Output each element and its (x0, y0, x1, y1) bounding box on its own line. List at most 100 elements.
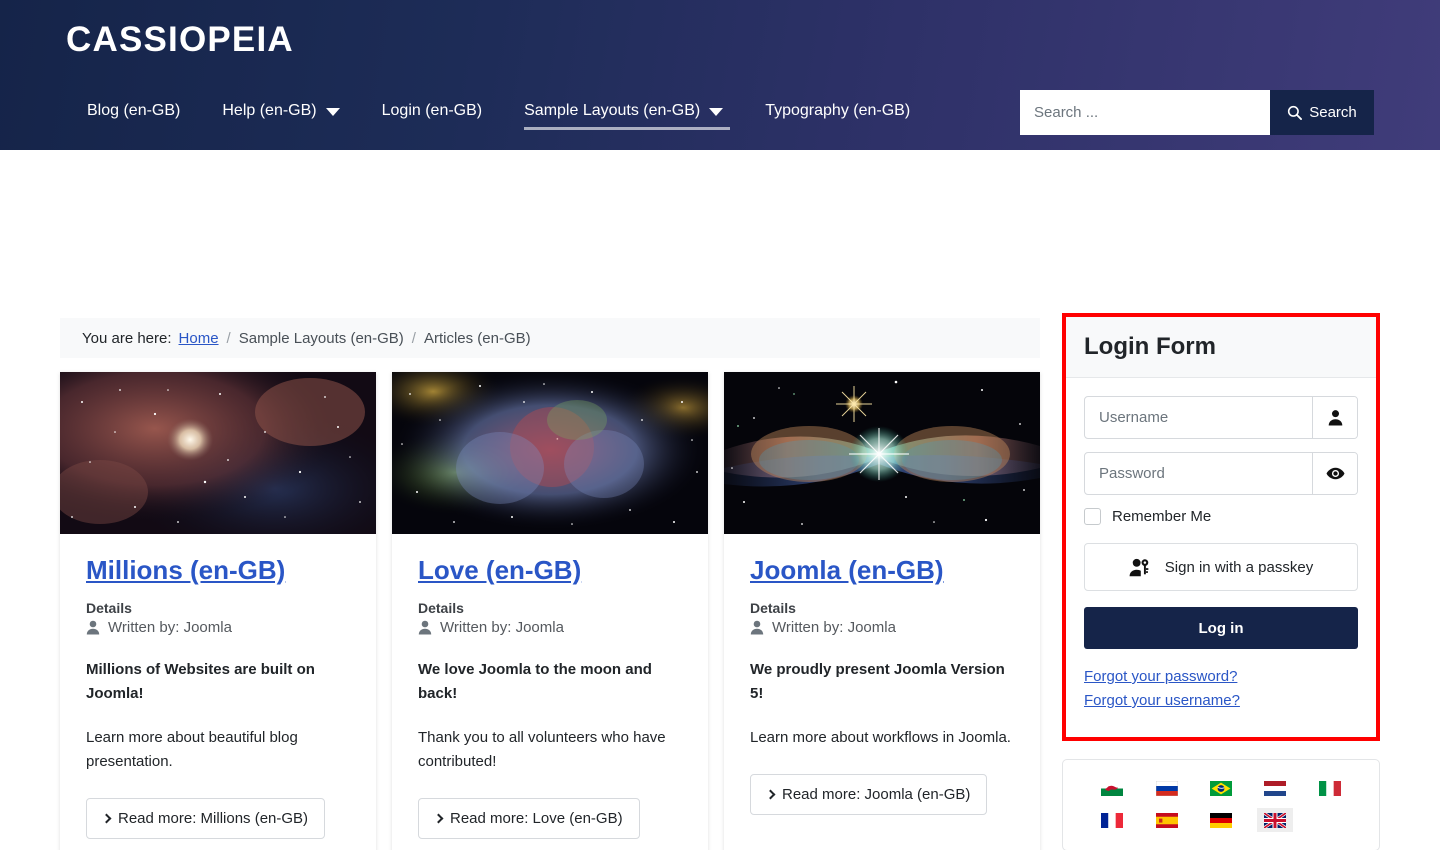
search-button[interactable]: Search (1270, 90, 1374, 135)
username-input[interactable] (1085, 397, 1312, 438)
search-input[interactable] (1020, 90, 1270, 135)
details-label: Details (86, 600, 132, 616)
flag-item-dutch[interactable] (1257, 776, 1293, 800)
article-card: Joomla (en-GB) Details Written by: Jooml… (724, 372, 1040, 850)
breadcrumb-separator: / (411, 329, 416, 347)
search-icon (1288, 105, 1303, 120)
eye-icon (1326, 467, 1344, 480)
breadcrumb-prefix: You are here: (82, 329, 172, 347)
flag-item-brazilian[interactable] (1203, 776, 1239, 800)
user-icon (1328, 410, 1342, 426)
remember-me-checkbox[interactable] (1084, 508, 1101, 525)
russian-flag-icon (1155, 780, 1178, 796)
article-lead: We proudly present Joomla Version 5! (750, 661, 1005, 702)
nav-item-label: Blog (en-GB) (87, 102, 181, 119)
article-text: Thank you to all volunteers who have con… (418, 729, 666, 770)
spanish-flag-icon (1155, 812, 1178, 828)
username-addon[interactable] (1312, 397, 1357, 438)
chevron-down-icon (709, 108, 724, 116)
user-key-icon (1129, 558, 1149, 576)
article-card-body: Millions (en-GB) Details Written by: Joo… (60, 534, 376, 850)
main-navigation: Blog (en-GB) Help (en-GB) Login (en-GB) … (66, 96, 931, 130)
nav-item-label: Sample Layouts (en-GB) (524, 102, 701, 119)
password-input[interactable] (1085, 453, 1312, 494)
sidebar: Login Form Username Remember Me Sign in … (1062, 313, 1380, 850)
article-author-text: Written by: Joomla (108, 619, 232, 636)
article-author: Written by: Joomla (750, 619, 1014, 636)
article-card-body: Joomla (en-GB) Details Written by: Jooml… (724, 534, 1040, 839)
details-label: Details (418, 600, 464, 616)
forgot-password-link[interactable]: Forgot your password? (1084, 665, 1358, 689)
page-body: You are here: Home / Sample Layouts (en-… (0, 150, 1440, 850)
read-more-button[interactable]: Read more: Love (en-GB) (418, 798, 640, 839)
username-group (1084, 396, 1358, 439)
read-more-button[interactable]: Read more: Joomla (en-GB) (750, 774, 988, 815)
flag-item-german[interactable] (1203, 808, 1239, 832)
article-title-link[interactable]: Millions (en-GB) (86, 554, 350, 586)
login-form-title: Login Form (1084, 333, 1216, 360)
nav-item-label: Help (en-GB) (222, 102, 317, 119)
chevron-right-icon (101, 813, 112, 824)
article-text: Learn more about workflows in Joomla. (750, 729, 1011, 746)
uk-flag-icon (1264, 812, 1287, 828)
forgot-username-link[interactable]: Forgot your username? (1084, 689, 1358, 713)
chevron-right-icon (765, 789, 776, 800)
read-more-label: Read more: Joomla (en-GB) (782, 786, 971, 803)
dutch-flag-icon (1264, 780, 1287, 796)
user-icon (750, 620, 764, 635)
search-button-label: Search (1309, 104, 1357, 121)
article-author: Written by: Joomla (86, 619, 350, 636)
article-author: Written by: Joomla (418, 619, 682, 636)
nav-item-help[interactable]: Help (en-GB) (201, 96, 360, 127)
log-in-button[interactable]: Log in (1084, 607, 1358, 649)
french-flag-icon (1101, 812, 1124, 828)
breadcrumb-parent: Sample Layouts (en-GB) (238, 329, 404, 347)
language-switcher-panel (1062, 759, 1380, 850)
nav-item-label: Login (en-GB) (381, 102, 483, 119)
password-group (1084, 452, 1358, 495)
article-title-link[interactable]: Love (en-GB) (418, 554, 682, 586)
nav-item-blog[interactable]: Blog (en-GB) (66, 96, 201, 127)
welsh-flag-icon (1101, 780, 1124, 796)
article-author-text: Written by: Joomla (440, 619, 564, 636)
article-text: Learn more about beautiful blog presenta… (86, 729, 298, 770)
flag-item-english-uk[interactable] (1257, 808, 1294, 832)
breadcrumb-separator: / (226, 329, 231, 347)
article-card-body: Love (en-GB) Details Written by: Joomla … (392, 534, 708, 850)
user-icon (418, 620, 432, 635)
chevron-down-icon (325, 108, 340, 116)
sign-in-with-passkey-button[interactable]: Sign in with a passkey (1084, 543, 1358, 591)
breadcrumb: You are here: Home / Sample Layouts (en-… (60, 318, 1040, 358)
nav-item-sample-layouts[interactable]: Sample Layouts (en-GB) (503, 96, 744, 130)
article-image (724, 372, 1040, 534)
search-form: Search (1020, 90, 1374, 135)
article-lead: We love Joomla to the moon and back! (418, 661, 652, 702)
breadcrumb-home-link[interactable]: Home (179, 330, 219, 347)
remember-me-row[interactable]: Remember Me (1084, 508, 1358, 525)
login-form-header: Login Form (1066, 317, 1376, 378)
remember-me-label: Remember Me (1112, 508, 1212, 525)
site-brand[interactable]: CASSIOPEIA (66, 18, 294, 62)
flag-item-french[interactable] (1094, 808, 1130, 832)
flag-item-russian[interactable] (1149, 776, 1185, 800)
article-image (60, 372, 376, 534)
flag-item-spanish[interactable] (1149, 808, 1185, 832)
toggle-password-visibility-button[interactable] (1312, 453, 1357, 494)
passkey-label: Sign in with a passkey (1164, 558, 1314, 576)
article-author-text: Written by: Joomla (772, 619, 896, 636)
read-more-label: Read more: Millions (en-GB) (118, 810, 309, 827)
article-card: Love (en-GB) Details Written by: Joomla … (392, 372, 708, 850)
article-image (392, 372, 708, 534)
italian-flag-icon (1318, 780, 1341, 796)
flag-item-italian[interactable] (1312, 776, 1348, 800)
site-header: CASSIOPEIA Blog (en-GB) Help (en-GB) Log… (0, 0, 1440, 150)
details-label: Details (750, 600, 796, 616)
nav-item-typography[interactable]: Typography (en-GB) (744, 96, 931, 127)
flag-item-welsh[interactable] (1094, 776, 1130, 800)
article-lead: Millions of Websites are built on Joomla… (86, 661, 315, 702)
article-title-link[interactable]: Joomla (en-GB) (750, 554, 1014, 586)
nav-item-login[interactable]: Login (en-GB) (361, 96, 504, 127)
read-more-button[interactable]: Read more: Millions (en-GB) (86, 798, 326, 839)
user-icon (86, 620, 100, 635)
login-form-body: Remember Me Sign in with a passkey Log i (1066, 378, 1376, 737)
